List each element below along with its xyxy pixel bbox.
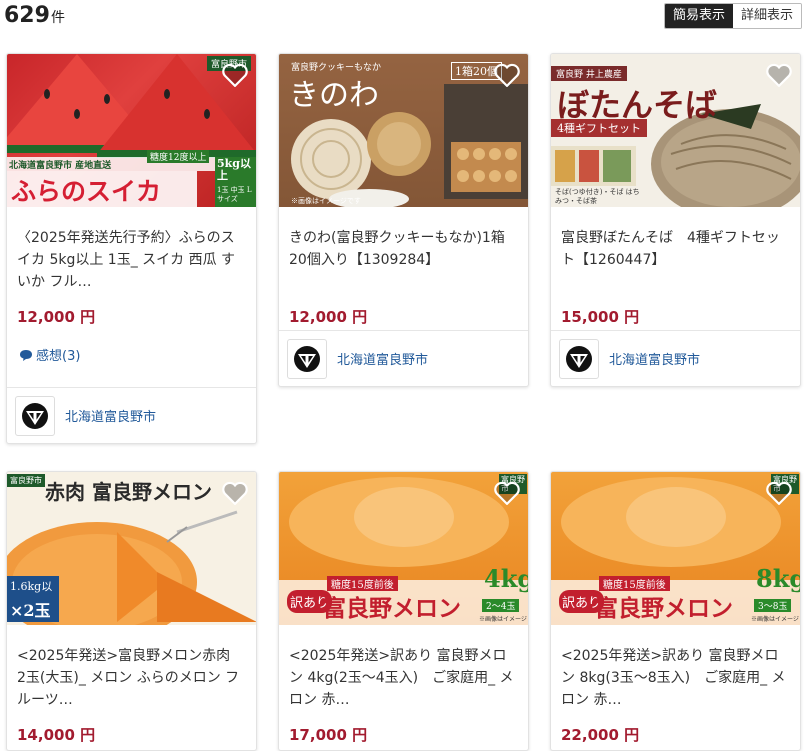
product-price: 12,000 円 <box>289 308 368 326</box>
note: ※画像はイメージです <box>291 197 361 205</box>
product-image[interactable]: 富良野市 糖度15度前後 訳あり 富良野メロン 8kg 3～8玉 ※画像はイメー… <box>551 472 800 625</box>
favorite-heart-icon[interactable] <box>766 481 792 505</box>
count: 3～8玉 <box>754 599 792 612</box>
municipality-logo <box>15 395 55 436</box>
product-name-overlay: ふらのスイカ <box>11 177 162 206</box>
municipality-logo <box>559 338 599 379</box>
furano-emblem-icon <box>566 345 592 372</box>
product-price: 12,000 円 <box>17 308 96 326</box>
product-card[interactable]: 富良野市 赤肉 富良野メロン 1.6kg以上 ×2玉 <2025年発送>富良野メ… <box>6 471 257 751</box>
sugar: 糖度12度以上 <box>147 150 210 163</box>
product-title[interactable]: <2025年発送>訳あり 富良野メロン 8kg(3玉～8玉入) ご家庭用_ メロ… <box>551 645 800 711</box>
product-image[interactable]: 富良野 井上農産 ぼたんそば 4種ギフトセット そば(つゆ付き)・そば はちみつ… <box>551 54 800 207</box>
weight: 5kg以上 <box>217 157 251 182</box>
product-title[interactable]: 〈2025年発送先行予約〉ふらのスイカ 5kg以上 1玉_ スイカ 西瓜 すいか… <box>7 227 256 293</box>
municipality-link[interactable]: 北海道富良野市 <box>609 349 700 368</box>
count: 2～4玉 <box>482 599 520 612</box>
product-title[interactable]: 富良野ぼたんそば 4種ギフトセット【1260447】 <box>551 227 800 293</box>
weight: 8kg <box>756 564 800 593</box>
product-image[interactable]: 富良野市 赤肉 富良野メロン 1.6kg以上 ×2玉 <box>7 472 256 625</box>
favorite-heart-icon[interactable] <box>222 481 248 505</box>
detail-view-button[interactable]: 詳細表示 <box>732 4 801 28</box>
furano-emblem-icon <box>22 402 48 429</box>
municipality-logo <box>287 338 327 379</box>
product-price: 14,000 円 <box>17 726 96 744</box>
product-card[interactable]: 富良野市 糖度15度前後 訳あり 富良野メロン 4kg 2～4玉 ※画像はイメー… <box>278 471 529 751</box>
card-footer: 北海道富良野市 <box>279 330 528 386</box>
note: ※画像はイメージです <box>479 616 527 623</box>
product-name-overlay: 赤肉 富良野メロン <box>45 480 212 504</box>
set: 4種ギフトセット <box>551 119 647 137</box>
product-name-overlay: きのわ <box>289 78 379 113</box>
favorite-heart-icon[interactable] <box>766 63 792 87</box>
simple-view-button[interactable]: 簡易表示 <box>664 4 733 28</box>
favorite-heart-icon[interactable] <box>222 63 248 87</box>
product-image[interactable]: 富良野市 北海道富良野市 産地直送 糖度12度以上 ふらのスイカ 5kg以上 1… <box>7 54 256 207</box>
sub: 1玉 中玉 Lサイズ <box>217 186 252 203</box>
favorite-heart-icon[interactable] <box>494 481 520 505</box>
product-name-overlay: 富良野メロン <box>595 595 733 622</box>
desc: そば(つゆ付き)・そば はちみつ・そば茶 <box>555 188 640 205</box>
result-count: 629件 <box>4 3 65 28</box>
results-header: 629件 簡易表示 詳細表示 <box>0 0 806 36</box>
product-title[interactable]: <2025年発送>訳あり 富良野メロン 4kg(2玉～4玉入) ご家庭用_ メロ… <box>279 645 528 711</box>
product-title[interactable]: きのわ(富良野クッキーもなか)1箱20個入り【1309284】 <box>279 227 528 293</box>
weight: 4kg <box>484 564 528 593</box>
note: ※画像はイメージです <box>751 616 799 623</box>
badge: 富良野市 <box>7 474 45 487</box>
municipality-link[interactable]: 北海道富良野市 <box>65 406 156 425</box>
product-card[interactable]: 富良野クッキーもなか きのわ 1箱20個 ※画像はイメージです きのわ(富良野ク… <box>278 53 529 387</box>
view-toggle: 簡易表示 詳細表示 <box>663 3 802 29</box>
product-card[interactable]: 富良野市 糖度15度前後 訳あり 富良野メロン 8kg 3～8玉 ※画像はイメー… <box>550 471 801 751</box>
banner: 北海道富良野市 産地直送 <box>9 161 112 171</box>
review-link[interactable]: 感想(3) <box>7 345 256 364</box>
speech-bubble-icon <box>20 349 32 361</box>
product-image[interactable]: 富良野市 糖度15度前後 訳あり 富良野メロン 4kg 2～4玉 ※画像はイメー… <box>279 472 528 625</box>
maker: 富良野 井上農産 <box>551 66 627 81</box>
product-image[interactable]: 富良野クッキーもなか きのわ 1箱20個 ※画像はイメージです <box>279 54 528 207</box>
favorite-heart-icon[interactable] <box>494 63 520 87</box>
product-title[interactable]: <2025年発送>富良野メロン赤肉 2玉(大玉)_ メロン ふらのメロン フルー… <box>7 645 256 711</box>
product-price: 17,000 円 <box>289 726 368 744</box>
municipality-link[interactable]: 北海道富良野市 <box>337 349 428 368</box>
card-footer: 北海道富良野市 <box>551 330 800 386</box>
product-card[interactable]: 富良野市 北海道富良野市 産地直送 糖度12度以上 ふらのスイカ 5kg以上 1… <box>6 53 257 444</box>
product-price: 22,000 円 <box>561 726 640 744</box>
product-card[interactable]: 富良野 井上農産 ぼたんそば 4種ギフトセット そば(つゆ付き)・そば はちみつ… <box>550 53 801 387</box>
review-count[interactable]: 感想(3) <box>36 345 80 364</box>
product-name-overlay: 富良野メロン <box>323 595 461 622</box>
card-footer: 北海道富良野市 <box>7 387 256 443</box>
product-price: 15,000 円 <box>561 308 640 326</box>
count: ×2玉 <box>7 596 59 622</box>
furano-emblem-icon <box>294 345 320 372</box>
